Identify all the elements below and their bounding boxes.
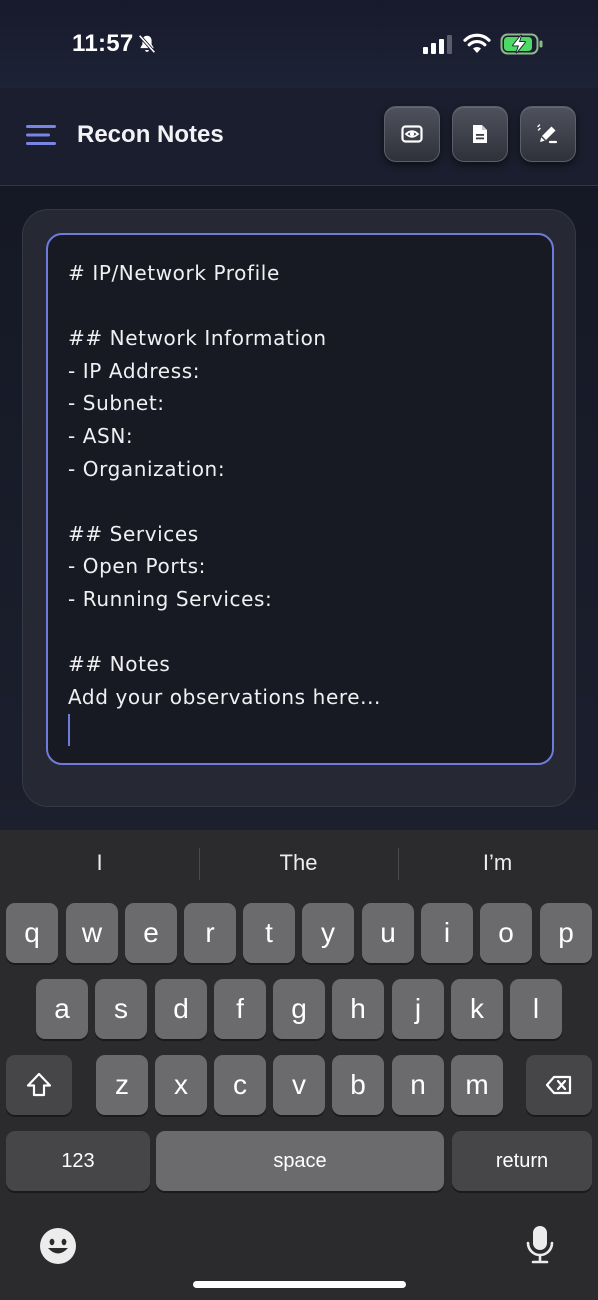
backspace-key[interactable] [526, 1055, 592, 1115]
key-q[interactable]: q [6, 903, 58, 963]
key-f[interactable]: f [214, 979, 266, 1039]
key-a[interactable]: a [36, 979, 88, 1039]
cellular-signal-icon [423, 35, 452, 54]
key-y[interactable]: y [302, 903, 354, 963]
numbers-key[interactable]: 123 [6, 1131, 150, 1191]
key-z[interactable]: z [96, 1055, 148, 1115]
key-e[interactable]: e [125, 903, 177, 963]
suggestion-item[interactable]: I’m [398, 850, 597, 880]
key-g[interactable]: g [273, 979, 325, 1039]
key-l[interactable]: l [510, 979, 562, 1039]
key-u[interactable]: u [362, 903, 414, 963]
document-button[interactable] [452, 106, 508, 162]
backspace-icon [545, 1075, 572, 1095]
note-content: # IP/Network Profile ## Network Informat… [68, 261, 382, 709]
editor-card: # IP/Network Profile ## Network Informat… [22, 209, 576, 807]
key-h[interactable]: h [332, 979, 384, 1039]
status-bar: 11:57 [0, 0, 598, 88]
key-o[interactable]: o [480, 903, 532, 963]
shift-icon [26, 1072, 52, 1097]
wifi-icon [463, 33, 491, 53]
return-key[interactable]: return [452, 1131, 592, 1191]
app-header: Recon Notes [0, 88, 598, 186]
key-j[interactable]: j [392, 979, 444, 1039]
space-key[interactable]: space [156, 1131, 444, 1191]
key-p[interactable]: p [540, 903, 592, 963]
eye-icon [401, 125, 423, 143]
microphone-icon[interactable] [520, 1224, 560, 1264]
key-v[interactable]: v [273, 1055, 325, 1115]
status-time: 11:57 [72, 30, 134, 57]
text-cursor [68, 714, 70, 747]
key-m[interactable]: m [451, 1055, 503, 1115]
key-r[interactable]: r [184, 903, 236, 963]
key-x[interactable]: x [155, 1055, 207, 1115]
note-editor-textarea[interactable]: # IP/Network Profile ## Network Informat… [46, 233, 554, 765]
key-c[interactable]: c [214, 1055, 266, 1115]
suggestion-item[interactable]: I [0, 850, 199, 880]
preview-button[interactable] [384, 106, 440, 162]
battery-charging-icon [500, 33, 543, 55]
key-w[interactable]: w [66, 903, 118, 963]
key-b[interactable]: b [332, 1055, 384, 1115]
emoji-icon[interactable] [38, 1226, 78, 1266]
shift-key[interactable] [6, 1055, 72, 1115]
menu-icon[interactable] [26, 124, 56, 146]
page-title: Recon Notes [77, 121, 224, 148]
suggestion-item[interactable]: The [199, 850, 398, 880]
keyboard: I The I’m q w e r t y u i o p a s d f g … [0, 830, 598, 1300]
document-icon [473, 125, 487, 143]
key-d[interactable]: d [155, 979, 207, 1039]
bell-slash-icon [138, 34, 156, 54]
home-indicator [193, 1281, 406, 1288]
edit-pencil-icon [537, 124, 558, 144]
edit-button[interactable] [520, 106, 576, 162]
key-t[interactable]: t [243, 903, 295, 963]
keyboard-suggestions: I The I’m [0, 830, 598, 896]
key-s[interactable]: s [95, 979, 147, 1039]
main-content: # IP/Network Profile ## Network Informat… [0, 187, 598, 830]
key-k[interactable]: k [451, 979, 503, 1039]
key-n[interactable]: n [392, 1055, 444, 1115]
key-i[interactable]: i [421, 903, 473, 963]
